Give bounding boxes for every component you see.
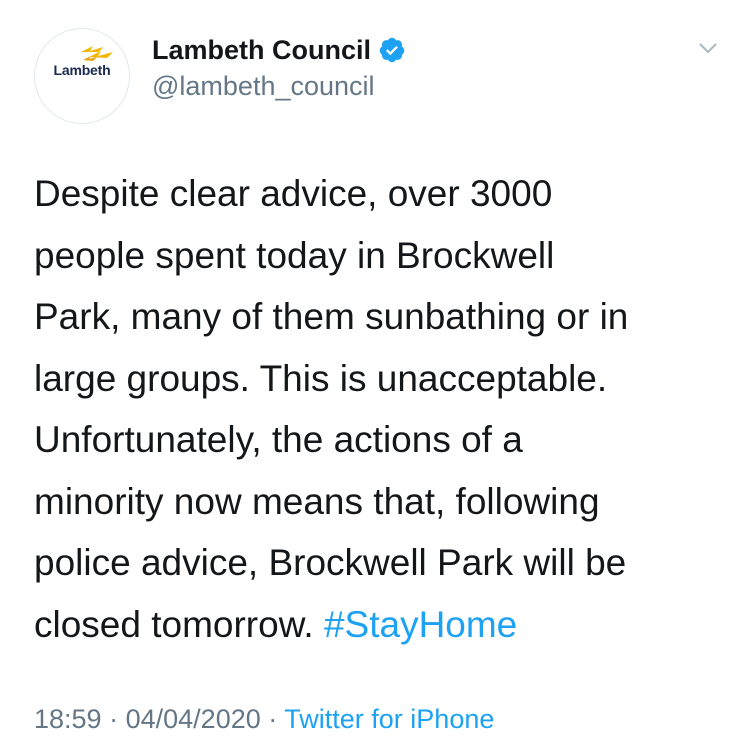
verified-badge-icon [379, 37, 405, 63]
tweet-text-line: Unfortunately, the actions of a [34, 419, 523, 460]
tweet-text-line: minority now means that, following [34, 480, 600, 522]
tweet-text-line: Park, many of them sunbathing or in [34, 296, 629, 337]
tweet-text-line: police advice, Brockwell Park will be [34, 542, 627, 583]
meta-separator: · [268, 704, 278, 734]
tweet-text-line: closed tomorrow. [34, 603, 314, 645]
tweet-source-link[interactable]: Twitter for iPhone [284, 704, 494, 734]
display-name-row: Lambeth Council [152, 32, 406, 68]
avatar[interactable]: Lambeth [34, 28, 130, 124]
account-handle[interactable]: @lambeth_council [152, 71, 406, 102]
tweet-header: Lambeth Lambeth Council @lambeth_council [34, 28, 724, 124]
tweet-card: Lambeth Lambeth Council @lambeth_council… [0, 0, 750, 755]
tweet-text-last-line: closed tomorrow. #StayHome [34, 594, 724, 656]
avatar-logo-text: Lambeth [53, 62, 111, 78]
account-names: Lambeth Council @lambeth_council [152, 32, 406, 102]
tweet-meta: 18:59 · 04/04/2020 · Twitter for iPhone [34, 704, 494, 735]
tweet-text-line: people spent today in Brockwell [34, 234, 555, 276]
tweet-date[interactable]: 04/04/2020 [126, 704, 261, 734]
display-name[interactable]: Lambeth Council [152, 35, 371, 66]
tweet-time[interactable]: 18:59 [34, 704, 102, 734]
meta-separator: · [109, 704, 119, 734]
chevron-down-icon[interactable] [696, 36, 720, 60]
tweet-text: Despite clear advice, over 3000 people s… [34, 163, 724, 655]
tweet-text-line: large groups. This is unacceptable. [34, 357, 608, 399]
tweet-text-line: Despite clear advice, over 3000 [34, 173, 553, 214]
hashtag-link[interactable]: #StayHome [324, 604, 517, 645]
